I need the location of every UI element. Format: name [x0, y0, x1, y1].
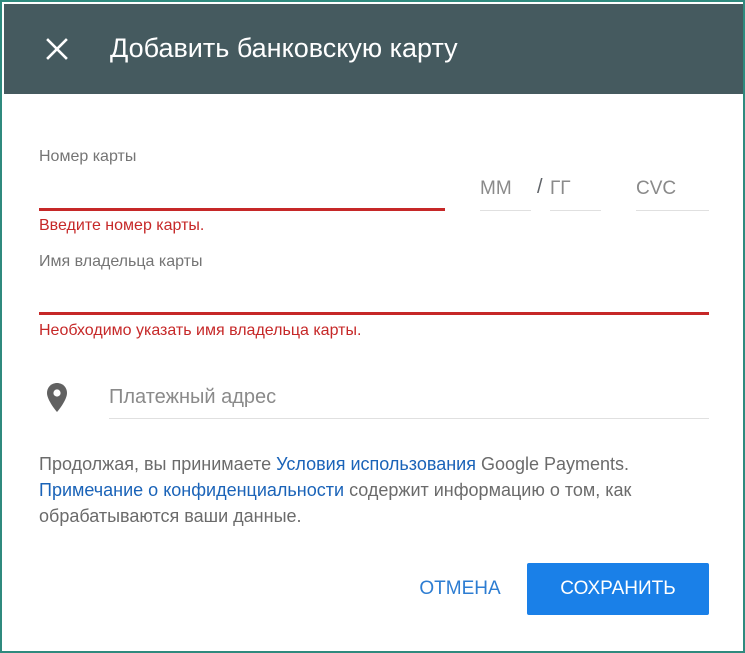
cvc-input[interactable]: [636, 175, 708, 203]
expiry-year-input[interactable]: [550, 175, 600, 203]
cardholder-name-input[interactable]: [39, 279, 707, 309]
dialog: Добавить банковскую карту Номер карты Вв…: [0, 0, 745, 653]
card-number-error: Введите номер карты.: [39, 217, 205, 234]
cardholder-name-underline: [39, 312, 709, 315]
card-number-input[interactable]: [39, 174, 444, 204]
terms-text: Продолжая, вы принимаете Условия использ…: [39, 451, 689, 529]
expiry-month-underline: [480, 210, 531, 211]
billing-address-underline: [109, 418, 709, 419]
terms-text-part1: Продолжая, вы принимаете: [39, 454, 277, 474]
card-number-label: Номер карты: [39, 148, 137, 165]
card-number-underline: [39, 208, 445, 211]
close-button[interactable]: [42, 34, 72, 64]
terms-of-service-link[interactable]: Условия использования: [276, 454, 476, 474]
expiry-month-input[interactable]: [480, 175, 530, 203]
cancel-button[interactable]: ОТМЕНА: [404, 565, 516, 613]
close-icon: [46, 38, 68, 60]
dialog-header: Добавить банковскую карту: [4, 4, 743, 94]
save-button[interactable]: СОХРАНИТЬ: [527, 563, 709, 615]
privacy-notice-link[interactable]: Примечание о конфиденциальности: [39, 480, 344, 500]
cvc-underline: [636, 210, 709, 211]
cardholder-name-label: Имя владельца карты: [39, 253, 203, 270]
location-pin-icon: [47, 383, 67, 412]
expiry-separator: /: [537, 176, 543, 198]
expiry-year-underline: [550, 210, 601, 211]
billing-address-input[interactable]: [109, 382, 707, 412]
terms-text-part2: Google Payments.: [475, 454, 630, 474]
dialog-title: Добавить банковскую карту: [110, 33, 458, 63]
cardholder-name-error: Необходимо указать имя владельца карты.: [39, 322, 362, 339]
